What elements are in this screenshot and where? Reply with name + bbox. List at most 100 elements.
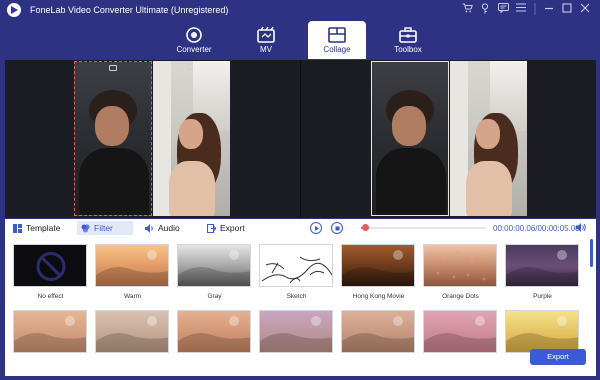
filter-item[interactable]: No effect: [13, 244, 88, 300]
tab-toolbox[interactable]: Toolbox: [378, 21, 438, 59]
play-icon: [315, 225, 319, 231]
no-effect-icon: [36, 252, 66, 281]
menu-icon[interactable]: [512, 3, 530, 17]
filter-label: Sketch: [286, 293, 307, 300]
output-slot-1: [371, 61, 449, 216]
filter-label: No effect: [37, 293, 64, 300]
filter-item[interactable]: [13, 310, 88, 353]
chat-icon[interactable]: [494, 3, 512, 17]
cart-icon[interactable]: [458, 3, 476, 17]
filter-scrollbar[interactable]: [590, 239, 593, 267]
filter-label: Warm: [123, 293, 142, 300]
tab-mv[interactable]: MV: [236, 21, 296, 59]
filter-thumbnail: [341, 310, 415, 353]
filter-thumbnail: [259, 244, 333, 287]
minimize-icon[interactable]: [540, 3, 558, 17]
preview-divider: [300, 60, 301, 218]
landscape-preview: [96, 316, 168, 352]
filter-item[interactable]: [259, 310, 334, 353]
filter-grid: No effect Warm Gray Sketch Hong Kong Movie Or…: [5, 237, 596, 376]
maximize-icon[interactable]: [558, 3, 576, 17]
play-button[interactable]: [310, 222, 322, 234]
mv-icon: [257, 26, 275, 43]
landscape-preview: [506, 250, 578, 286]
filter-item[interactable]: Warm: [95, 244, 170, 300]
person-face-shape: [392, 106, 426, 146]
template-icon: [13, 223, 22, 233]
filter-item[interactable]: [177, 310, 252, 353]
tab-collage[interactable]: Collage: [308, 21, 366, 59]
orange-dots-icon: [430, 251, 488, 281]
person-body-shape: [376, 148, 446, 215]
person-body-shape: [79, 148, 149, 215]
template-label: Template: [26, 223, 61, 233]
tab-audio[interactable]: Audio: [141, 221, 184, 235]
app-title: FoneLab Video Converter Ultimate (Unregi…: [30, 5, 229, 15]
sketch-icon: [261, 256, 332, 284]
filter-item[interactable]: [423, 310, 498, 353]
filter-thumbnail: [423, 244, 497, 287]
woman-body-shape: [169, 161, 215, 216]
landscape-preview: [178, 316, 250, 352]
edit-toolbar: Template Filter Audio Export 00:00:00.06…: [5, 219, 596, 237]
tab-converter-label: Converter: [176, 45, 212, 54]
output-slot-2: [450, 61, 527, 216]
filter-item[interactable]: [95, 310, 170, 353]
landscape-preview: [424, 316, 496, 352]
filter-label: Filter: [94, 223, 113, 233]
filter-thumbnail: [95, 244, 169, 287]
playback-handle[interactable]: [362, 224, 369, 231]
audio-label: Audio: [158, 223, 180, 233]
export-button[interactable]: Export: [530, 349, 586, 365]
filter-label: Orange Dots: [442, 293, 479, 300]
woman-face-shape: [476, 119, 500, 149]
app-logo-icon: [7, 3, 21, 17]
filter-label: Gray: [207, 293, 222, 300]
title-divider: [530, 3, 540, 17]
filter-item[interactable]: Purple: [505, 244, 580, 300]
filter-item[interactable]: [505, 310, 580, 353]
filter-item[interactable]: Hong Kong Movie: [341, 244, 416, 300]
collage-slot-1[interactable]: [74, 61, 152, 216]
filter-item[interactable]: Orange Dots: [423, 244, 498, 300]
landscape-preview: [178, 250, 250, 286]
filter-item[interactable]: [341, 310, 416, 353]
tab-mv-label: MV: [260, 45, 272, 54]
playback-track[interactable]: [361, 227, 486, 229]
title-bar-controls: [458, 3, 594, 17]
filter-item[interactable]: Sketch: [259, 244, 334, 300]
close-icon[interactable]: [576, 3, 594, 17]
filter-thumbnail: [341, 244, 415, 287]
tab-converter[interactable]: Converter: [164, 21, 224, 59]
woman-body-shape: [466, 161, 512, 216]
collage-slot-2[interactable]: [153, 61, 230, 216]
tab-toolbox-label: Toolbox: [394, 45, 422, 54]
key-icon[interactable]: [476, 3, 494, 17]
export-label: Export: [220, 223, 245, 233]
landscape-preview: [342, 316, 414, 352]
filter-item[interactable]: Gray: [177, 244, 252, 300]
title-bar: FoneLab Video Converter Ultimate (Unregi…: [0, 0, 600, 20]
landscape-preview: [342, 250, 414, 286]
landscape-preview: [260, 316, 332, 352]
filter-thumbnail: [423, 310, 497, 353]
landscape-preview: [14, 316, 86, 352]
person-face-shape: [95, 106, 129, 146]
time-display: 00:00:00.06/00:00:05.00: [493, 224, 580, 233]
filter-thumbnail: [505, 310, 579, 353]
landscape-preview: [506, 316, 578, 352]
tab-template[interactable]: Template: [9, 221, 65, 235]
filter-thumbnail: [13, 310, 87, 353]
woman-face-shape: [179, 119, 203, 149]
image-placeholder-icon: [109, 65, 117, 71]
stop-button[interactable]: [331, 222, 343, 234]
tab-filter[interactable]: Filter: [77, 221, 133, 235]
filter-icon: [81, 224, 90, 232]
tab-export[interactable]: Export: [203, 221, 249, 235]
filter-label: Purple: [533, 293, 552, 300]
landscape-preview: [96, 250, 168, 286]
collage-icon: [328, 27, 346, 43]
filter-thumbnail: [13, 244, 87, 287]
volume-icon[interactable]: [576, 223, 586, 232]
filter-label: Hong Kong Movie: [352, 293, 405, 300]
